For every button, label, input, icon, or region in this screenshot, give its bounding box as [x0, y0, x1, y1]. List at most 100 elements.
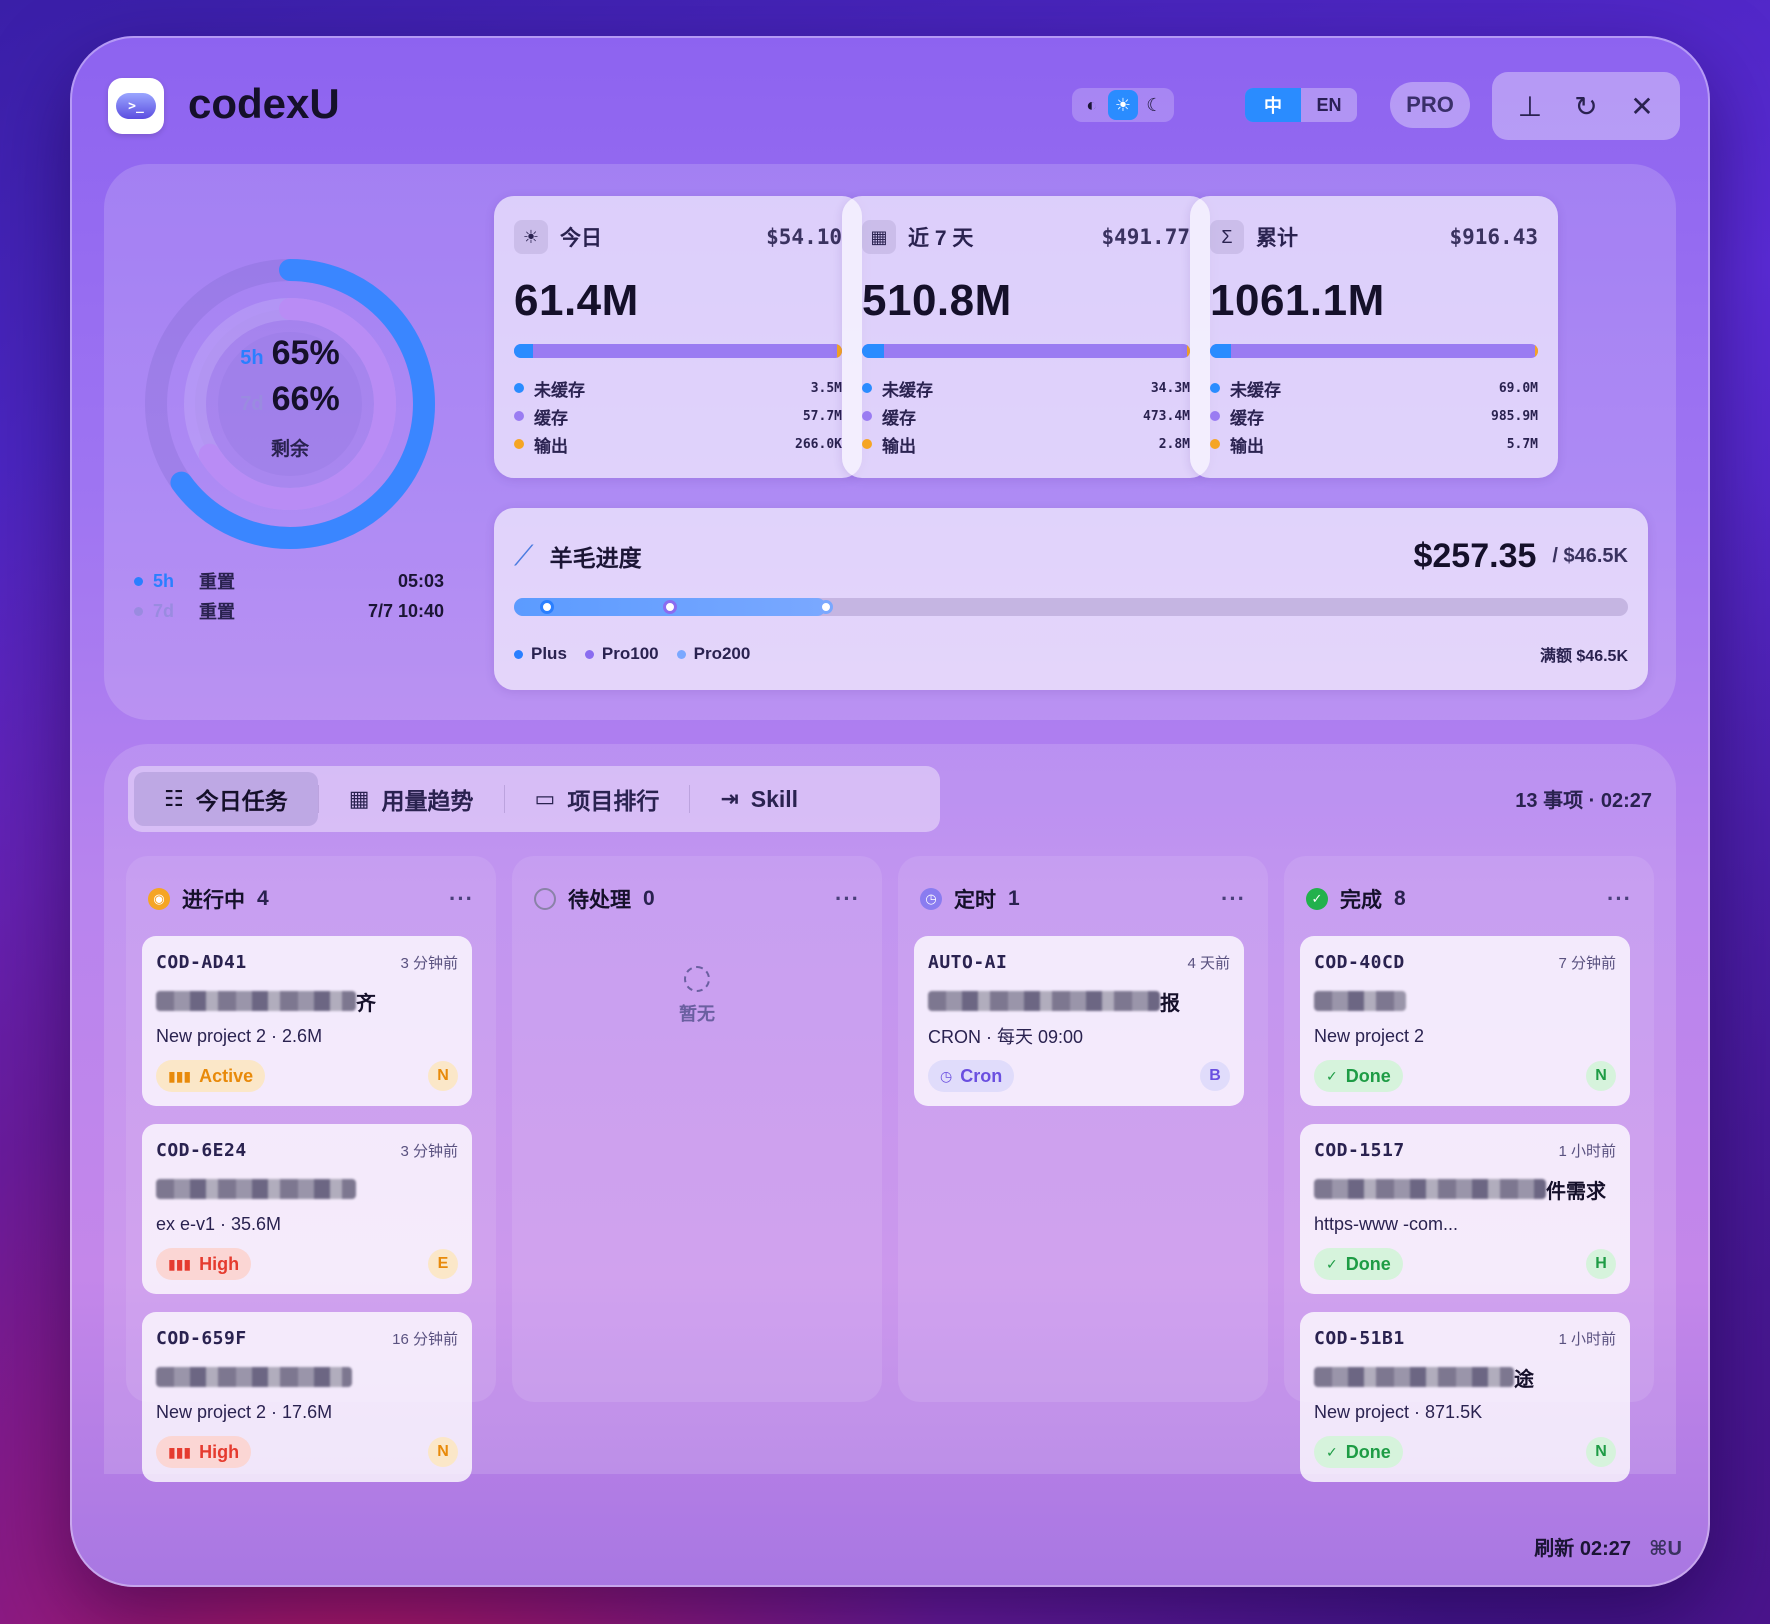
tasks-panel: ☷ 今日任务 ▦ 用量趋势 ▭ 项目排行 ⇥ Skill 13 事项 · 02:27 ◉…: [104, 744, 1676, 1482]
progress-cap: 满额 $46.5K: [1539, 648, 1628, 665]
sun-icon: ☀: [514, 220, 548, 254]
task-card[interactable]: COD-51B1 1 小时前 途 New project · 871.5K ✓ Do…: [1300, 1312, 1630, 1482]
progress-title: 羊毛进度: [549, 545, 642, 571]
avatar: N: [428, 1061, 458, 1091]
clock-icon: ◷: [940, 1067, 953, 1084]
reset-row-7d: 7d 重置 7/7 10:40: [134, 596, 444, 626]
empty-state: 暂无: [512, 966, 882, 1026]
more-icon[interactable]: ···: [449, 886, 474, 912]
task-card[interactable]: COD-659F 16 分钟前 New project 2 · 17.6M ▮▮▮…: [142, 1312, 472, 1482]
stat-tokens: 61.4M: [514, 276, 639, 325]
clock-icon: ◷: [920, 888, 942, 910]
task-title: 齐: [156, 988, 458, 1015]
more-icon[interactable]: ···: [1221, 886, 1246, 912]
stat-cost: $54.10: [766, 225, 842, 249]
task-card[interactable]: COD-AD41 3 分钟前 齐 New project 2 · 2.6M ▮▮▮…: [142, 936, 472, 1106]
column-in-progress: ◉ 进行中 4 ··· COD-AD41 3 分钟前 齐 New project …: [126, 856, 496, 1482]
stat-label: 今日: [560, 227, 602, 250]
contrast-icon[interactable]: ◐: [1077, 90, 1107, 120]
stat-card-total: Σ 累计 $916.43 1061.1M 未缓存 69.0M 缓存 985.9M 输…: [1190, 196, 1558, 478]
reset-time: 7/7 10:40: [367, 600, 444, 621]
task-time: 1 小时前: [1558, 1142, 1616, 1160]
column-title: 待处理: [568, 889, 631, 912]
legend-cached: 缓存 985.9M: [1210, 402, 1538, 430]
task-title: 件需求: [1314, 1176, 1616, 1203]
app-title: codexU: [188, 80, 340, 127]
avatar: H: [1586, 1249, 1616, 1279]
trend-chart-icon: ⟋: [514, 539, 534, 571]
sun-icon[interactable]: ☀: [1107, 90, 1138, 120]
stat-card-today: ☀ 今日 $54.10 61.4M 未缓存 3.5M 缓存 57.7M 输出 266.…: [494, 196, 862, 478]
more-icon[interactable]: ···: [1607, 886, 1632, 912]
gauge-7d-percent: 66%: [271, 380, 340, 418]
legend-pro200: Pro200: [676, 644, 750, 664]
stat-tokens: 510.8M: [862, 276, 1012, 325]
gauge-5h-row: 5h 65%: [140, 334, 440, 373]
task-id: COD-51B1: [1314, 1327, 1405, 1349]
legend-output: 输出 5.7M: [1210, 430, 1538, 458]
task-card[interactable]: COD-1517 1 小时前 件需求 https-www -com... ✓ Don…: [1300, 1124, 1630, 1294]
avatar: N: [1586, 1437, 1616, 1467]
task-title: [156, 1364, 458, 1390]
refresh-icon[interactable]: ↻: [1566, 90, 1606, 123]
tab-usage-trend[interactable]: ▦ 用量趋势: [319, 772, 504, 826]
task-subtitle: New project 2 · 17.6M: [156, 1401, 333, 1422]
redacted-text: [1314, 1179, 1546, 1199]
legend-uncached: 未缓存 34.3M: [862, 374, 1190, 402]
stat-label: 累计: [1256, 227, 1298, 250]
usage-stats-panel: 5h 65% 7d 66% 剩余 5h 重置 05:03 7d 重置 7/7 10:…: [104, 164, 1676, 720]
column-scheduled: ◷ 定时 1 ··· AUTO-AI 4 天前 报 CRON · 每天 09:00…: [898, 856, 1268, 1402]
reset-row-5h: 5h 重置 05:03: [134, 566, 444, 596]
status-badge: ▮▮▮ Active: [156, 1060, 266, 1092]
task-title: 报: [928, 988, 1230, 1015]
column-pending: 待处理 0 ··· 暂无: [512, 856, 882, 1402]
task-card[interactable]: COD-6E24 3 分钟前 ex e-v1 · 35.6M ▮▮▮ High E: [142, 1124, 472, 1294]
signal-icon: ▮▮▮: [168, 1443, 192, 1460]
savings-progress-card: ⟋ 羊毛进度 $257.35 / $46.5K Plus Pro100 Pro2…: [494, 508, 1648, 690]
avatar: N: [428, 1437, 458, 1467]
legend-output: 输出 2.8M: [862, 430, 1190, 458]
avatar: E: [428, 1249, 458, 1279]
token-split-bar: [862, 344, 1190, 358]
more-icon[interactable]: ···: [835, 886, 860, 912]
close-icon[interactable]: ✕: [1622, 90, 1662, 123]
skill-icon: ⇥: [720, 786, 739, 811]
pin-icon[interactable]: ⊥: [1510, 90, 1550, 123]
window-controls: ⊥ ↻ ✕: [1492, 72, 1680, 140]
column-done: ✓ 完成 8 ··· COD-40CD 7 分钟前 New project 2 ✓…: [1284, 856, 1654, 1482]
signal-icon: ▮▮▮: [168, 1255, 192, 1272]
check-icon: ✓: [1306, 888, 1328, 910]
tab-bar: ☷ 今日任务 ▦ 用量趋势 ▭ 项目排行 ⇥ Skill: [128, 766, 940, 832]
pro-button[interactable]: PRO: [1390, 82, 1470, 128]
title-bar: >_ codexU ◐ ☀ ☾ 中 EN PRO ⊥ ↻ ✕: [70, 36, 1710, 176]
tier-node-plus: [540, 600, 555, 614]
moon-icon[interactable]: ☾: [1139, 90, 1169, 120]
avatar: N: [1586, 1061, 1616, 1091]
stat-tokens: 1061.1M: [1210, 276, 1385, 325]
dot-icon: [134, 606, 143, 616]
status-badge: ◷ Cron: [928, 1060, 1015, 1092]
reset-tag: 5h: [153, 570, 175, 591]
task-time: 3 分钟前: [400, 954, 458, 972]
task-card[interactable]: COD-40CD 7 分钟前 New project 2 ✓ Done N: [1300, 936, 1630, 1106]
tab-project-ranking[interactable]: ▭ 项目排行: [505, 772, 690, 826]
column-count: 4: [257, 887, 269, 910]
task-id: COD-40CD: [1314, 951, 1405, 973]
shortcut-hint: ⌘U: [1649, 1538, 1682, 1560]
task-card[interactable]: AUTO-AI 4 天前 报 CRON · 每天 09:00 ◷ Cron B: [914, 936, 1244, 1106]
tasks-meta: 13 事项 · 02:27: [1515, 790, 1652, 812]
task-title: [156, 1176, 458, 1202]
tab-today-tasks[interactable]: ☷ 今日任务: [134, 772, 318, 826]
calendar-icon: ▦: [862, 220, 896, 254]
dot-icon: [134, 576, 143, 586]
app-logo: >_: [108, 78, 164, 134]
task-time: 1 小时前: [1558, 1330, 1616, 1348]
check-icon: ✓: [1326, 1255, 1338, 1272]
lang-en-button[interactable]: EN: [1301, 88, 1357, 122]
stat-card-7days: ▦ 近 7 天 $491.77 510.8M 未缓存 34.3M 缓存 473.4M…: [842, 196, 1210, 478]
tier-node-pro100: [662, 600, 677, 614]
lang-zh-button[interactable]: 中: [1245, 88, 1301, 122]
tab-skill[interactable]: ⇥ Skill: [690, 772, 828, 826]
task-subtitle: New project 2: [1314, 1025, 1425, 1046]
circle-icon: [534, 888, 556, 910]
